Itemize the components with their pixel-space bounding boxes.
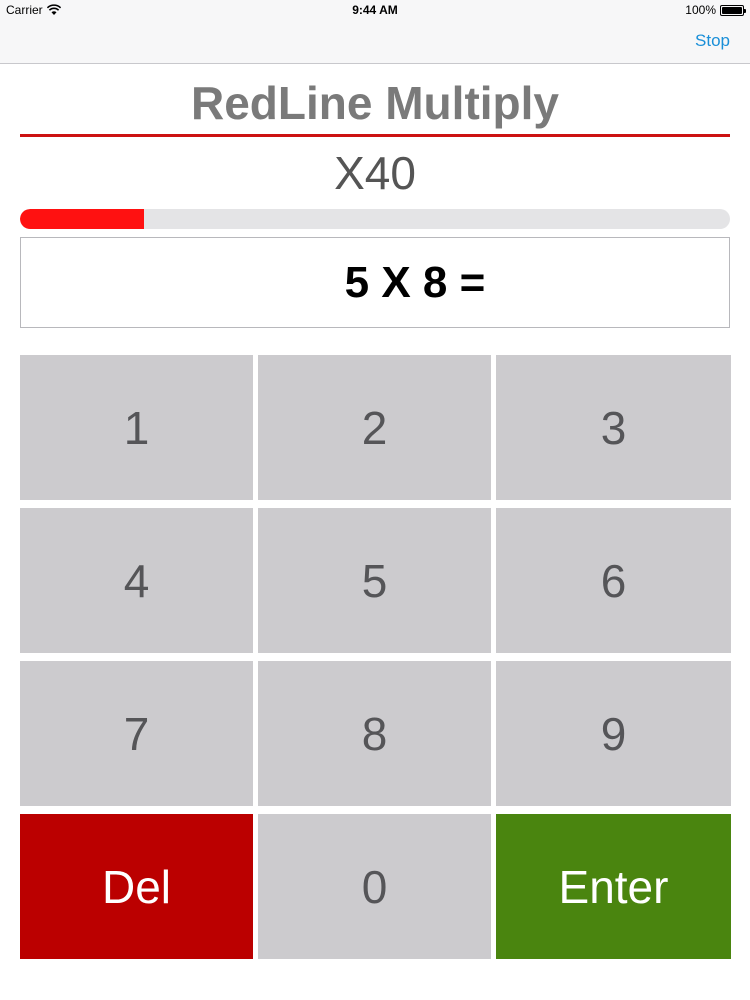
enter-button[interactable]: Enter bbox=[496, 814, 731, 959]
key-5[interactable]: 5 bbox=[258, 508, 491, 653]
status-bar: Carrier 9:44 AM 100% bbox=[0, 0, 750, 22]
app-title: RedLine Multiply bbox=[191, 77, 559, 129]
status-right: 100% bbox=[685, 3, 746, 17]
key-3[interactable]: 3 bbox=[496, 355, 731, 500]
nav-bar: Stop bbox=[0, 22, 750, 64]
question-text: 5 X 8 = bbox=[344, 257, 486, 307]
key-1[interactable]: 1 bbox=[20, 355, 253, 500]
key-7[interactable]: 7 bbox=[20, 661, 253, 806]
key-4[interactable]: 4 bbox=[20, 508, 253, 653]
stop-button[interactable]: Stop bbox=[695, 31, 730, 51]
key-0[interactable]: 0 bbox=[258, 814, 491, 959]
key-8[interactable]: 8 bbox=[258, 661, 491, 806]
delete-button[interactable]: Del bbox=[20, 814, 253, 959]
key-9[interactable]: 9 bbox=[496, 661, 731, 806]
status-time: 9:44 AM bbox=[352, 3, 398, 17]
progress-fill bbox=[20, 209, 145, 229]
multiplier-label: X40 bbox=[334, 147, 416, 199]
title-divider bbox=[20, 134, 730, 137]
key-6[interactable]: 6 bbox=[496, 508, 731, 653]
keypad: 1 2 3 4 5 6 7 8 9 Del 0 Enter bbox=[20, 355, 731, 961]
battery-icon bbox=[720, 4, 746, 16]
question-display: 5 X 8 = bbox=[20, 237, 730, 328]
battery-percent: 100% bbox=[685, 3, 716, 17]
key-2[interactable]: 2 bbox=[258, 355, 491, 500]
progress-bar bbox=[20, 209, 730, 229]
